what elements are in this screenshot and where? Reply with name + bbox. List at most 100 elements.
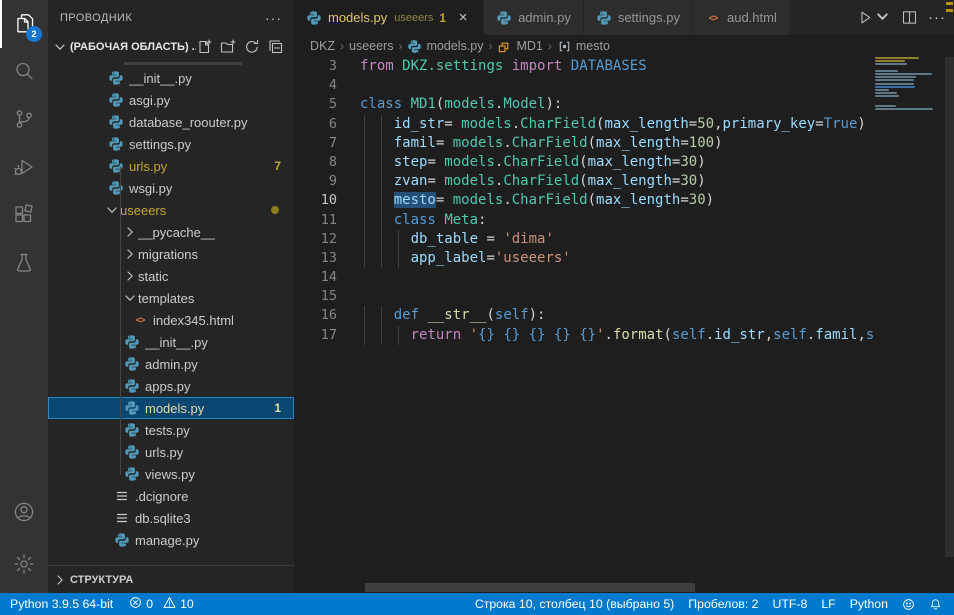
sidebar-more-actions-icon[interactable]: ···: [265, 10, 282, 26]
python-file-icon: [124, 422, 140, 438]
tree-item-static[interactable]: static: [48, 265, 294, 287]
problems-count-badge: 7: [274, 159, 281, 173]
workspace-section-header[interactable]: (РАБОЧАЯ ОБЛАСТЬ) ...: [48, 35, 294, 59]
overview-ruler-warning-mark: [946, 2, 953, 5]
breadcrumb-separator-icon: ›: [340, 39, 344, 53]
language-mode[interactable]: Python: [850, 593, 888, 615]
python-file-icon: [124, 334, 140, 350]
activity-source-control-button[interactable]: [0, 96, 48, 144]
code-line-3: 3from DKZ.settings import DATABASES: [294, 57, 875, 76]
tree-item-templates[interactable]: templates: [48, 287, 294, 309]
eol-setting[interactable]: LF: [821, 593, 835, 615]
problems-count-badge: 1: [274, 401, 281, 415]
python-file-icon: [114, 532, 130, 548]
tree-item-asgi.py[interactable]: asgi.py: [48, 89, 294, 111]
tab-settings.py[interactable]: settings.py: [584, 0, 693, 35]
more-actions-icon[interactable]: ···: [928, 9, 946, 26]
tree-item-wsgi.py[interactable]: wsgi.py: [48, 177, 294, 199]
breadcrumb-MD1[interactable]: MD1: [497, 39, 542, 54]
tree-indent-guide: [120, 167, 121, 475]
python-file-icon: [108, 158, 124, 174]
activity-account-button[interactable]: [0, 489, 48, 537]
tree-item-tests.py[interactable]: tests.py: [48, 419, 294, 441]
activity-testing-button[interactable]: [0, 240, 48, 288]
code-line-14: 14: [294, 268, 875, 287]
breadcrumb-useeers[interactable]: useeers: [349, 39, 393, 53]
tab-admin.py[interactable]: admin.py: [484, 0, 584, 35]
tree-item-apps.py[interactable]: apps.py: [48, 375, 294, 397]
encoding-setting[interactable]: UTF-8: [773, 593, 808, 615]
feedback-icon[interactable]: [902, 593, 915, 615]
split-editor-icon[interactable]: [901, 9, 918, 26]
new-folder-icon[interactable]: [220, 39, 236, 55]
tree-item-urls.py[interactable]: urls.py: [48, 441, 294, 463]
debug-icon: [12, 155, 36, 182]
python-file-icon: [496, 10, 512, 26]
code-line-8: 8 step= models.CharField(max_length=30): [294, 153, 875, 172]
refresh-icon[interactable]: [244, 39, 260, 55]
vertical-scrollbar[interactable]: [945, 57, 954, 557]
tree-item-__init__.py[interactable]: __init__.py: [48, 67, 294, 89]
tree-item-migrations[interactable]: migrations: [48, 243, 294, 265]
tree-item-urls.py[interactable]: urls.py7: [48, 155, 294, 177]
tree-item-settings.py[interactable]: settings.py: [48, 133, 294, 155]
activity-search-button[interactable]: [0, 48, 48, 96]
activity-run-debug-button[interactable]: [0, 144, 48, 192]
python-file-icon: [124, 444, 140, 460]
code-line-7: 7 famil= models.CharField(max_length=100…: [294, 134, 875, 153]
close-icon[interactable]: ×: [455, 11, 471, 25]
chevron-right-icon: [122, 246, 138, 262]
python-file-icon: [596, 10, 612, 26]
tree-item-manage.py[interactable]: manage.py: [48, 529, 294, 551]
breadcrumb-models.py[interactable]: models.py: [407, 39, 483, 54]
file-tree: __init__.pyasgi.pydatabase_roouter.pyset…: [48, 62, 294, 553]
python-interpreter-selector[interactable]: Python 3.9.5 64-bit: [10, 593, 113, 615]
chevron-down-icon: [122, 290, 138, 306]
tree-item-models.py[interactable]: models.py1: [48, 397, 294, 419]
chevron-right-icon: [122, 268, 138, 284]
tree-item-index345.html[interactable]: <>index345.html: [48, 309, 294, 331]
tree-item-admin.py[interactable]: admin.py: [48, 353, 294, 375]
tree-item-__pycache__[interactable]: __pycache__: [48, 221, 294, 243]
tab-aud.html[interactable]: <>aud.html: [693, 0, 790, 35]
python-file-icon: [108, 114, 124, 130]
problems-indicator[interactable]: 0 10: [129, 593, 194, 615]
python-file-icon: [108, 70, 124, 86]
explorer-badge: 2: [26, 26, 42, 42]
activity-bar: 2: [0, 0, 48, 593]
breadcrumb-DKZ[interactable]: DKZ: [310, 39, 335, 53]
file-icon: [114, 488, 130, 504]
code-editor[interactable]: 3from DKZ.settings import DATABASES45cla…: [294, 57, 875, 583]
tab-problems-count: 1: [439, 11, 446, 25]
tree-item-useeers[interactable]: useeers: [48, 199, 294, 221]
activity-extensions-button[interactable]: [0, 192, 48, 240]
minimap[interactable]: [875, 57, 945, 583]
collapse-all-icon[interactable]: [268, 39, 284, 55]
tree-item-database_roouter.py[interactable]: database_roouter.py: [48, 111, 294, 133]
indentation-setting[interactable]: Пробелов: 2: [688, 593, 758, 615]
python-file-icon: [124, 378, 140, 394]
notifications-bell-icon[interactable]: [929, 593, 942, 615]
activity-settings-button[interactable]: [0, 541, 48, 589]
breadcrumb-mesto[interactable]: mesto: [557, 39, 610, 54]
activity-explorer-button[interactable]: 2: [0, 0, 48, 48]
tree-item-.dcignore[interactable]: .dcignore: [48, 485, 294, 507]
horizontal-scrollbar[interactable]: [365, 583, 695, 592]
code-line-16: 16 def __str__(self):: [294, 306, 875, 325]
problems-dot-badge: [271, 206, 279, 214]
code-line-4: 4: [294, 76, 875, 95]
tree-item-views.py[interactable]: views.py: [48, 463, 294, 485]
outline-section-header[interactable]: СТРУКТУРА: [48, 565, 294, 593]
breadcrumb-separator-icon: ›: [398, 39, 402, 53]
tab-models.py[interactable]: models.pyuseeers1×: [294, 0, 484, 35]
tree-item-__init__.py[interactable]: __init__.py: [48, 331, 294, 353]
class-icon: [497, 39, 512, 54]
chevron-right-icon: [52, 572, 68, 588]
search-icon: [12, 59, 36, 86]
cursor-position[interactable]: Строка 10, столбец 10 (выбрано 5): [475, 593, 674, 615]
new-file-icon[interactable]: [196, 39, 212, 55]
code-line-17: 17 return '{} {} {} {} {}'.format(self.i…: [294, 326, 875, 345]
tree-item-db.sqlite3[interactable]: db.sqlite3: [48, 507, 294, 529]
run-button[interactable]: [857, 8, 891, 28]
editor-actions: ···: [857, 0, 946, 35]
